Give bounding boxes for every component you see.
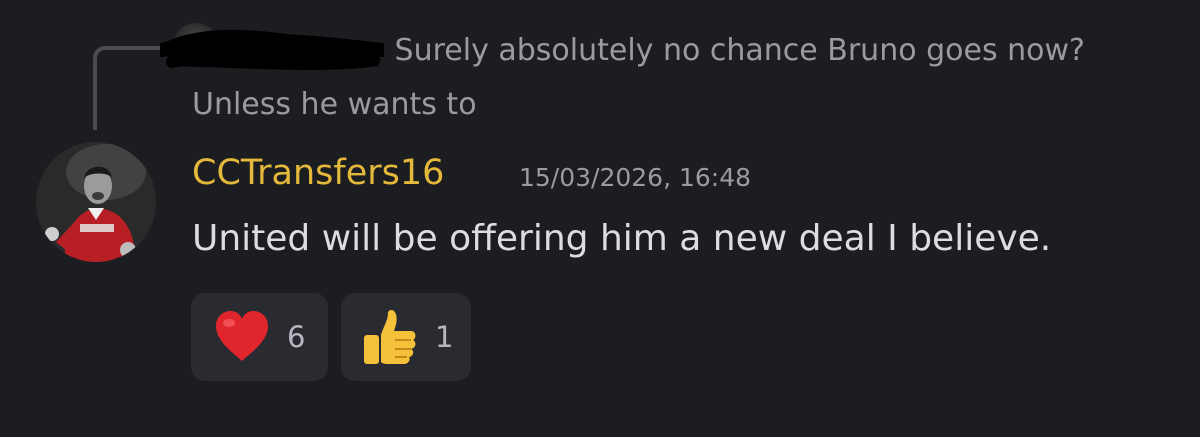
avatar-photo	[36, 142, 156, 262]
thumbs-up-reaction-count: 1	[435, 320, 454, 354]
author-avatar[interactable]	[36, 142, 156, 262]
redaction-scribble	[160, 29, 384, 70]
heart-reaction-count: 6	[287, 320, 306, 354]
message-timestamp: 15/03/2026, 16:48	[519, 163, 752, 192]
reply-connector-line	[93, 46, 163, 130]
message-content: United will be offering him a new deal I…	[192, 218, 1052, 259]
thumbs-up-reaction-button[interactable]: 1	[341, 293, 471, 381]
thumbs-up-icon	[364, 309, 416, 364]
heart-reaction-button[interactable]: 6	[191, 293, 328, 381]
message-author-name[interactable]: CCTransfers16	[192, 149, 444, 197]
heart-icon	[216, 311, 268, 361]
